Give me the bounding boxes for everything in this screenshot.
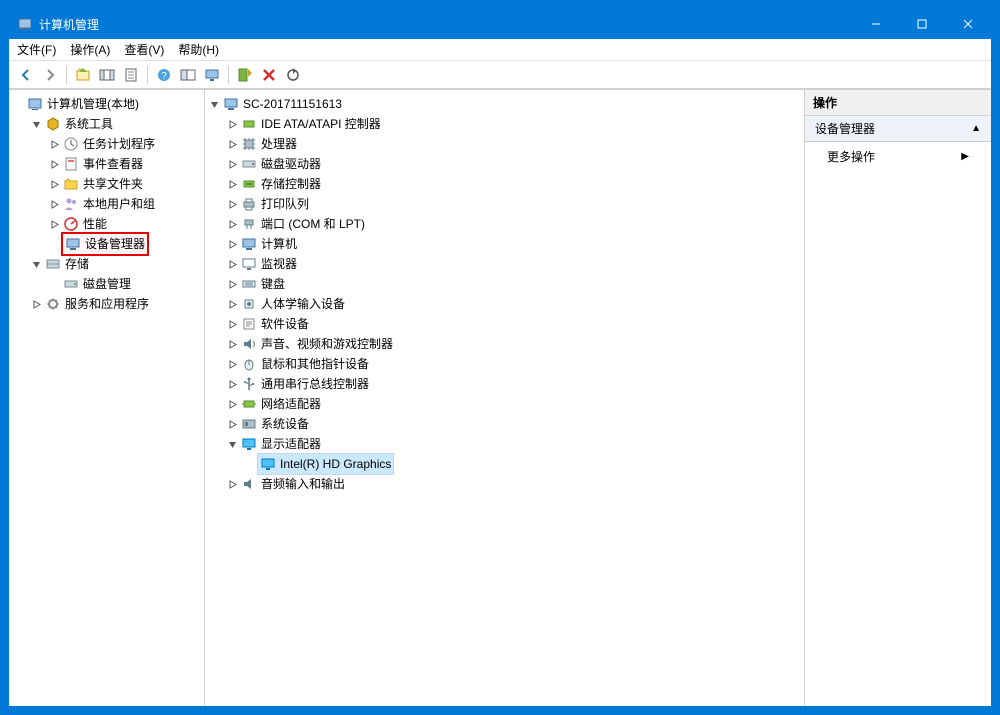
twisty-closed-icon[interactable] bbox=[225, 117, 239, 131]
dev-network[interactable]: 网络适配器 bbox=[239, 394, 323, 414]
twisty-closed-icon[interactable] bbox=[225, 357, 239, 371]
menu-file[interactable]: 文件(F) bbox=[17, 41, 56, 58]
tree-tasksched[interactable]: 任务计划程序 bbox=[61, 134, 157, 154]
dev-audioio[interactable]: 音频输入和输出 bbox=[239, 474, 347, 494]
svg-text:?: ? bbox=[161, 71, 167, 82]
dev-display-item[interactable]: Intel(R) HD Graphics bbox=[257, 453, 394, 475]
twisty-closed-icon[interactable] bbox=[47, 137, 61, 151]
tree-storage[interactable]: 存储 bbox=[43, 254, 91, 274]
refresh-button[interactable] bbox=[282, 64, 304, 86]
dev-storagectrl[interactable]: 存储控制器 bbox=[239, 174, 323, 194]
twisty-closed-icon[interactable] bbox=[225, 137, 239, 151]
twisty-icon bbox=[47, 237, 61, 251]
dev-printqueue[interactable]: 打印队列 bbox=[239, 194, 311, 214]
tree-devmgr[interactable]: 设备管理器 bbox=[61, 232, 149, 256]
tree-localusers[interactable]: 本地用户和组 bbox=[61, 194, 157, 214]
twisty-closed-icon[interactable] bbox=[225, 397, 239, 411]
twisty-open-icon[interactable] bbox=[29, 257, 43, 271]
dev-ide[interactable]: IDE ATA/ATAPI 控制器 bbox=[239, 114, 383, 134]
monitor-button[interactable] bbox=[201, 64, 223, 86]
menubar: 文件(F) 操作(A) 查看(V) 帮助(H) bbox=[9, 39, 991, 61]
scan-button[interactable] bbox=[234, 64, 256, 86]
twisty-closed-icon[interactable] bbox=[225, 317, 239, 331]
twisty-open-icon[interactable] bbox=[207, 97, 221, 111]
dev-sysdev[interactable]: 系统设备 bbox=[239, 414, 311, 434]
actions-pane: 操作 设备管理器 ▲ 更多操作 ▶ bbox=[805, 90, 991, 706]
delete-button[interactable] bbox=[258, 64, 280, 86]
tree-root[interactable]: 计算机管理(本地) bbox=[25, 94, 141, 114]
forward-button[interactable] bbox=[39, 64, 61, 86]
toolbar: ? bbox=[9, 61, 991, 89]
center-tree-pane: SC-201711151613 IDE ATA/ATAPI 控制器 处理器 磁盘… bbox=[205, 90, 805, 706]
titlebar: 计算机管理 bbox=[9, 9, 991, 39]
twisty-icon bbox=[243, 457, 257, 471]
dev-software[interactable]: 软件设备 bbox=[239, 314, 311, 334]
tree-sharedfolders[interactable]: 共享文件夹 bbox=[61, 174, 145, 194]
tree-services[interactable]: 服务和应用程序 bbox=[43, 294, 151, 314]
dev-keyboard[interactable]: 键盘 bbox=[239, 274, 287, 294]
twisty-closed-icon[interactable] bbox=[47, 217, 61, 231]
menu-view[interactable]: 查看(V) bbox=[124, 41, 164, 58]
dev-computer[interactable]: 计算机 bbox=[239, 234, 299, 254]
twisty-closed-icon[interactable] bbox=[225, 157, 239, 171]
actions-header: 操作 bbox=[805, 90, 991, 116]
tree-eventviewer[interactable]: 事件查看器 bbox=[61, 154, 145, 174]
menu-help[interactable]: 帮助(H) bbox=[178, 41, 219, 58]
twisty-closed-icon[interactable] bbox=[225, 177, 239, 191]
dev-monitor[interactable]: 监视器 bbox=[239, 254, 299, 274]
tree-systools[interactable]: 系统工具 bbox=[43, 114, 115, 134]
actions-more[interactable]: 更多操作 ▶ bbox=[805, 142, 991, 171]
collapse-icon: ▲ bbox=[971, 123, 981, 134]
minimize-button[interactable] bbox=[853, 9, 899, 39]
left-tree-pane: 计算机管理(本地) 系统工具 任务计划程序 事件查看器 共享文件夹 本地用户和组… bbox=[9, 90, 205, 706]
app-icon bbox=[17, 16, 33, 32]
twisty-open-icon[interactable] bbox=[225, 437, 239, 451]
dev-usb[interactable]: 通用串行总线控制器 bbox=[239, 374, 371, 394]
chevron-right-icon: ▶ bbox=[961, 151, 969, 162]
actions-section[interactable]: 设备管理器 ▲ bbox=[805, 116, 991, 142]
show-hide-panes-button[interactable] bbox=[96, 64, 118, 86]
twisty-icon bbox=[11, 97, 25, 111]
dev-mouse[interactable]: 鼠标和其他指针设备 bbox=[239, 354, 371, 374]
twisty-closed-icon[interactable] bbox=[225, 237, 239, 251]
dev-hid[interactable]: 人体学输入设备 bbox=[239, 294, 347, 314]
twisty-closed-icon[interactable] bbox=[29, 297, 43, 311]
up-button[interactable] bbox=[72, 64, 94, 86]
twisty-closed-icon[interactable] bbox=[225, 417, 239, 431]
dev-ports[interactable]: 端口 (COM 和 LPT) bbox=[239, 214, 367, 234]
back-button[interactable] bbox=[15, 64, 37, 86]
tree-perf[interactable]: 性能 bbox=[61, 214, 109, 234]
twisty-closed-icon[interactable] bbox=[225, 277, 239, 291]
twisty-closed-icon[interactable] bbox=[225, 377, 239, 391]
help-button[interactable]: ? bbox=[153, 64, 175, 86]
twisty-icon bbox=[47, 277, 61, 291]
tile-button[interactable] bbox=[177, 64, 199, 86]
twisty-closed-icon[interactable] bbox=[47, 197, 61, 211]
dev-sound[interactable]: 声音、视频和游戏控制器 bbox=[239, 334, 395, 354]
dev-host[interactable]: SC-201711151613 bbox=[221, 94, 344, 114]
twisty-closed-icon[interactable] bbox=[225, 297, 239, 311]
window-title: 计算机管理 bbox=[39, 16, 853, 33]
dev-diskdrives[interactable]: 磁盘驱动器 bbox=[239, 154, 323, 174]
dev-display[interactable]: 显示适配器 bbox=[239, 434, 323, 454]
twisty-closed-icon[interactable] bbox=[225, 337, 239, 351]
twisty-closed-icon[interactable] bbox=[225, 257, 239, 271]
twisty-closed-icon[interactable] bbox=[225, 197, 239, 211]
tree-diskmgmt[interactable]: 磁盘管理 bbox=[61, 274, 133, 294]
maximize-button[interactable] bbox=[899, 9, 945, 39]
menu-action[interactable]: 操作(A) bbox=[70, 41, 110, 58]
close-button[interactable] bbox=[945, 9, 991, 39]
twisty-closed-icon[interactable] bbox=[47, 177, 61, 191]
twisty-closed-icon[interactable] bbox=[225, 477, 239, 491]
dev-cpu[interactable]: 处理器 bbox=[239, 134, 299, 154]
properties-button[interactable] bbox=[120, 64, 142, 86]
twisty-closed-icon[interactable] bbox=[225, 217, 239, 231]
twisty-closed-icon[interactable] bbox=[47, 157, 61, 171]
twisty-open-icon[interactable] bbox=[29, 117, 43, 131]
